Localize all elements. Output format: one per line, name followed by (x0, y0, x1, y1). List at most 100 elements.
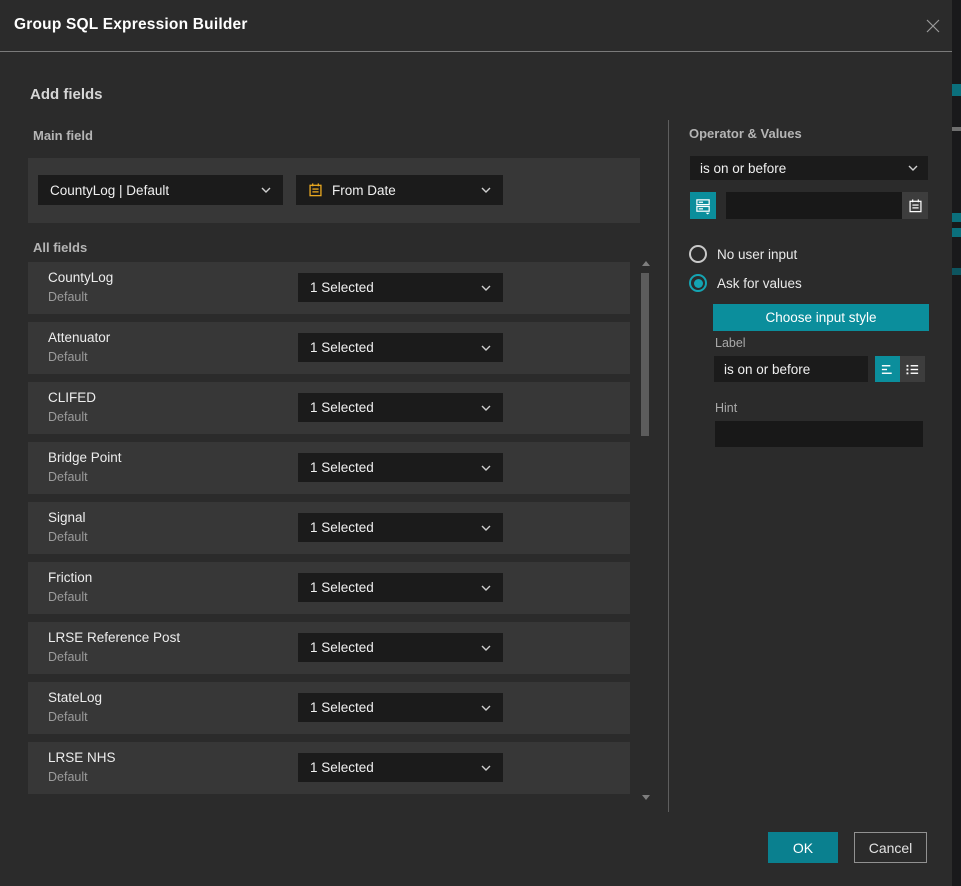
field-sublabel: Default (48, 530, 88, 544)
field-selected-dropdown[interactable]: 1 Selected (298, 513, 503, 542)
field-row: Signal Default 1 Selected (28, 502, 630, 554)
field-selected-dropdown[interactable]: 1 Selected (298, 273, 503, 302)
field-sublabel: Default (48, 410, 88, 424)
date-value-input[interactable] (726, 192, 902, 219)
cancel-button[interactable]: Cancel (854, 832, 927, 863)
field-sublabel: Default (48, 710, 88, 724)
chevron-down-icon (481, 187, 491, 193)
main-date-field-value: From Date (332, 183, 396, 198)
field-row: CountyLog Default 1 Selected (28, 262, 630, 314)
hint-heading: Hint (715, 401, 737, 415)
all-fields-list: CountyLog Default 1 Selected Attenuator … (28, 262, 630, 802)
main-layer-select[interactable]: CountyLog | Default (38, 175, 283, 205)
main-field-panel: CountyLog | Default From Date (28, 158, 640, 223)
field-name: LRSE Reference Post (48, 630, 180, 645)
field-selected-dropdown[interactable]: 1 Selected (298, 393, 503, 422)
value-input-type-button[interactable] (690, 192, 716, 219)
chevron-down-icon (481, 405, 491, 411)
dialog-title: Group SQL Expression Builder (14, 16, 248, 34)
ask-for-values-radio[interactable]: Ask for values (689, 274, 802, 292)
close-icon (925, 18, 941, 34)
field-name: Bridge Point (48, 450, 122, 465)
field-name: Friction (48, 570, 92, 585)
column-divider (668, 120, 669, 812)
background-fleck (952, 268, 961, 275)
list-style-button[interactable] (900, 356, 925, 382)
field-name: CountyLog (48, 270, 113, 285)
date-picker-button[interactable] (902, 192, 928, 219)
radio-checked-icon (689, 274, 707, 292)
field-row: Friction Default 1 Selected (28, 562, 630, 614)
field-selected-value: 1 Selected (310, 640, 374, 655)
field-name: CLIFED (48, 390, 96, 405)
field-selected-value: 1 Selected (310, 760, 374, 775)
align-left-icon (880, 362, 895, 377)
field-selected-dropdown[interactable]: 1 Selected (298, 633, 503, 662)
chevron-down-icon (908, 165, 918, 171)
field-sublabel: Default (48, 590, 88, 604)
operator-select[interactable]: is on or before (690, 156, 928, 180)
main-field-heading: Main field (33, 128, 93, 143)
choose-input-style-button[interactable]: Choose input style (713, 304, 929, 331)
field-sublabel: Default (48, 470, 88, 484)
background-fleck (952, 127, 961, 131)
field-row: StateLog Default 1 Selected (28, 682, 630, 734)
close-button[interactable] (922, 15, 944, 37)
chevron-down-icon (481, 765, 491, 771)
all-fields-heading: All fields (33, 240, 87, 255)
operator-values-heading: Operator & Values (689, 126, 802, 141)
single-line-style-button[interactable] (875, 356, 900, 382)
label-input[interactable] (714, 356, 868, 382)
field-sublabel: Default (48, 350, 88, 364)
background-fleck (952, 213, 961, 222)
field-row: LRSE NHS Default 1 Selected (28, 742, 630, 794)
chevron-down-icon (481, 705, 491, 711)
field-selected-dropdown[interactable]: 1 Selected (298, 693, 503, 722)
background-fleck (952, 84, 961, 96)
scrollbar-thumb[interactable] (641, 273, 649, 436)
field-name: Signal (48, 510, 86, 525)
chevron-down-icon (481, 345, 491, 351)
field-row: CLIFED Default 1 Selected (28, 382, 630, 434)
field-row: Bridge Point Default 1 Selected (28, 442, 630, 494)
chevron-down-icon (481, 465, 491, 471)
field-selected-value: 1 Selected (310, 460, 374, 475)
field-selected-value: 1 Selected (310, 340, 374, 355)
background-fleck (952, 228, 961, 237)
field-selected-value: 1 Selected (310, 280, 374, 295)
scroll-up-arrow-icon[interactable] (642, 261, 650, 266)
calendar-icon (308, 182, 323, 198)
bulleted-list-icon (905, 362, 920, 377)
field-name: Attenuator (48, 330, 110, 345)
ask-for-values-label: Ask for values (717, 276, 802, 291)
hint-input[interactable] (715, 421, 923, 447)
field-selected-dropdown[interactable]: 1 Selected (298, 753, 503, 782)
field-selected-dropdown[interactable]: 1 Selected (298, 453, 503, 482)
field-selected-dropdown[interactable]: 1 Selected (298, 333, 503, 362)
background-app-strip (952, 0, 961, 886)
field-sublabel: Default (48, 770, 88, 784)
operator-select-value: is on or before (700, 161, 786, 176)
field-name: StateLog (48, 690, 102, 705)
field-sublabel: Default (48, 290, 88, 304)
field-selected-value: 1 Selected (310, 580, 374, 595)
no-user-input-radio[interactable]: No user input (689, 245, 797, 263)
add-fields-heading: Add fields (30, 86, 103, 103)
field-row: LRSE Reference Post Default 1 Selected (28, 622, 630, 674)
field-selected-value: 1 Selected (310, 700, 374, 715)
scroll-down-arrow-icon[interactable] (642, 795, 650, 800)
field-selected-dropdown[interactable]: 1 Selected (298, 573, 503, 602)
calendar-icon (908, 198, 923, 214)
ok-button[interactable]: OK (768, 832, 838, 863)
label-heading: Label (715, 336, 746, 350)
chevron-down-icon (481, 525, 491, 531)
field-sublabel: Default (48, 650, 88, 664)
group-sql-expression-builder-dialog: Group SQL Expression Builder Add fields … (0, 0, 952, 886)
value-type-icon (695, 197, 712, 215)
list-scrollbar[interactable] (640, 258, 652, 803)
dialog-titlebar: Group SQL Expression Builder (0, 0, 952, 52)
chevron-down-icon (481, 585, 491, 591)
field-selected-value: 1 Selected (310, 400, 374, 415)
chevron-down-icon (261, 187, 271, 193)
main-date-field-select[interactable]: From Date (296, 175, 503, 205)
